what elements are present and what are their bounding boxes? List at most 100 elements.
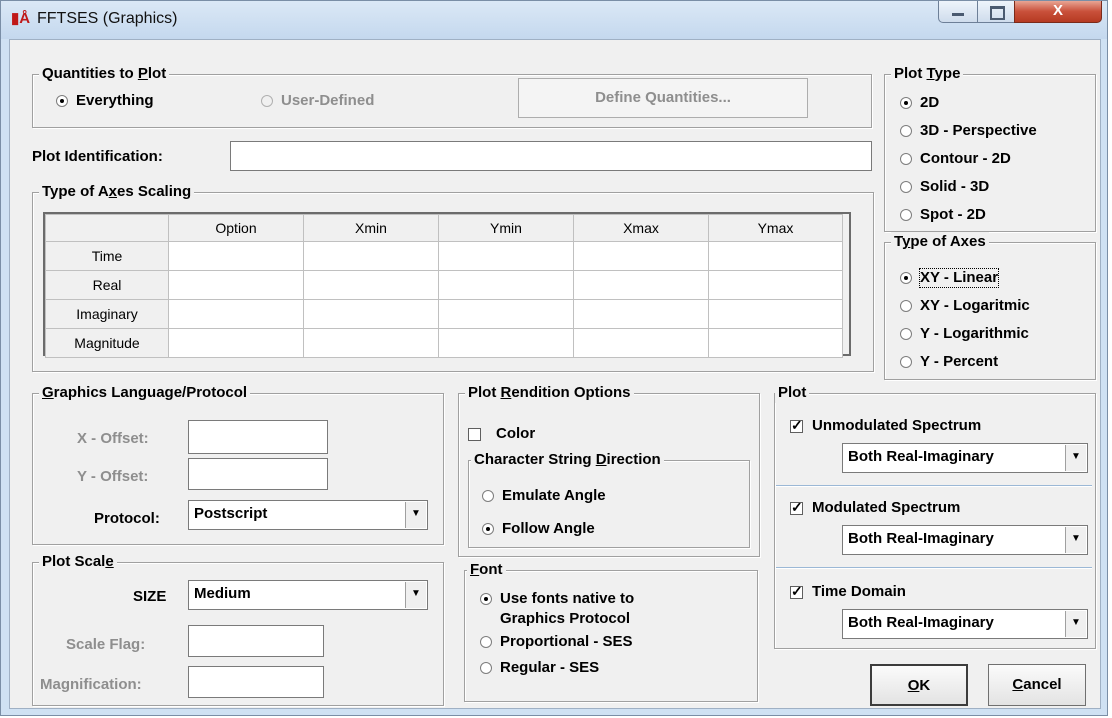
plot-type-contour-label[interactable]: Contour - 2D — [920, 150, 1011, 168]
grid-cell[interactable] — [573, 328, 709, 358]
color-checkbox[interactable] — [468, 428, 481, 441]
font-proportional-label[interactable]: Proportional - SES — [500, 633, 633, 651]
chevron-down-icon[interactable]: ▼ — [1065, 445, 1086, 471]
font-native-label-line2[interactable]: Graphics Protocol — [500, 610, 630, 628]
close-button[interactable]: X — [1014, 1, 1102, 23]
axes-scaling-grid[interactable]: Option Xmin Ymin Xmax Ymax Time Real Ima… — [45, 214, 843, 358]
plot-type-spot-radio[interactable] — [900, 209, 912, 221]
grid-cell[interactable] — [573, 241, 709, 271]
axes-y-percent-radio[interactable] — [900, 356, 912, 368]
ok-button[interactable]: OK — [870, 664, 968, 706]
chevron-down-icon[interactable]: ▼ — [1065, 611, 1086, 637]
plot-type-3d-label[interactable]: 3D - Perspective — [920, 122, 1037, 140]
type-of-axes-legend: Type of Axes — [891, 232, 989, 252]
grid-cell[interactable] — [303, 241, 439, 271]
grid-cell[interactable] — [168, 241, 304, 271]
grid-cell[interactable] — [438, 270, 574, 300]
magnification-input[interactable] — [188, 666, 324, 698]
grid-cell[interactable] — [708, 241, 843, 271]
chevron-down-icon[interactable]: ▼ — [1065, 527, 1086, 553]
plot-type-solid-radio[interactable] — [900, 181, 912, 193]
graphics-language-legend: Graphics Language/Protocol — [39, 383, 251, 403]
axes-xy-linear-radio[interactable] — [900, 272, 912, 284]
y-offset-input[interactable] — [188, 458, 328, 490]
scale-flag-input[interactable] — [188, 625, 324, 657]
grid-cell[interactable] — [303, 328, 439, 358]
column-header: Xmin — [303, 214, 439, 242]
user-defined-radio[interactable] — [261, 95, 273, 107]
time-domain-label[interactable]: Time Domain — [812, 583, 906, 601]
grid-cell[interactable] — [303, 270, 439, 300]
follow-angle-radio[interactable] — [482, 523, 494, 535]
modulated-mode-select[interactable]: Both Real-Imaginary ▼ — [842, 525, 1088, 555]
plot-type-3d-radio[interactable] — [900, 125, 912, 137]
grid-cell[interactable] — [168, 299, 304, 329]
grid-cell[interactable] — [708, 299, 843, 329]
everything-radio[interactable] — [56, 95, 68, 107]
plot-type-solid-label[interactable]: Solid - 3D — [920, 178, 989, 196]
grid-cell[interactable] — [708, 328, 843, 358]
direction-legend: Character String Direction — [471, 450, 664, 470]
time-domain-checkbox[interactable] — [790, 583, 803, 600]
x-offset-label: X - Offset: — [77, 430, 149, 447]
axes-xy-log-radio[interactable] — [900, 300, 912, 312]
grid-cell[interactable] — [573, 270, 709, 300]
axes-y-log-radio[interactable] — [900, 328, 912, 340]
time-domain-mode-select[interactable]: Both Real-Imaginary ▼ — [842, 609, 1088, 639]
font-regular-radio[interactable] — [480, 662, 492, 674]
grid-cell[interactable] — [303, 299, 439, 329]
grid-cell[interactable] — [168, 328, 304, 358]
unmodulated-checkbox[interactable] — [790, 417, 803, 434]
plot-type-2d-label[interactable]: 2D — [920, 94, 939, 112]
grid-cell[interactable] — [438, 328, 574, 358]
chevron-down-icon[interactable]: ▼ — [405, 502, 426, 528]
cancel-button[interactable]: Cancel — [988, 664, 1086, 706]
font-proportional-radio[interactable] — [480, 636, 492, 648]
font-regular-label[interactable]: Regular - SES — [500, 659, 599, 677]
table-row: Real — [45, 270, 843, 300]
maximize-button[interactable] — [977, 1, 1015, 23]
plot-type-spot-label[interactable]: Spot - 2D — [920, 206, 986, 224]
emulate-angle-label[interactable]: Emulate Angle — [502, 487, 606, 505]
size-select[interactable]: Medium ▼ — [188, 580, 428, 610]
scale-flag-label: Scale Flag: — [66, 636, 146, 653]
unmodulated-label[interactable]: Unmodulated Spectrum — [812, 417, 981, 435]
grid-cell[interactable] — [168, 270, 304, 300]
plot-type-contour-radio[interactable] — [900, 153, 912, 165]
unmodulated-mode-select[interactable]: Both Real-Imaginary ▼ — [842, 443, 1088, 473]
plot-type-2d-radio[interactable] — [900, 97, 912, 109]
axes-y-log-label[interactable]: Y - Logarithmic — [920, 325, 1029, 343]
modulated-checkbox[interactable] — [790, 499, 803, 516]
plot-separator — [776, 567, 1092, 569]
define-quantities-button[interactable]: Define Quantities... — [518, 78, 808, 118]
user-defined-label[interactable]: User-Defined — [281, 92, 374, 110]
color-label[interactable]: Color — [496, 425, 535, 443]
font-native-radio[interactable] — [480, 593, 492, 605]
grid-cell[interactable] — [438, 299, 574, 329]
grid-corner-cell — [45, 214, 169, 242]
grid-cell[interactable] — [438, 241, 574, 271]
protocol-select[interactable]: Postscript ▼ — [188, 500, 428, 530]
grid-cell[interactable] — [573, 299, 709, 329]
follow-angle-label[interactable]: Follow Angle — [502, 520, 595, 538]
protocol-label: Protocol: — [94, 510, 160, 527]
y-offset-label: Y - Offset: — [77, 468, 149, 485]
x-offset-input[interactable] — [188, 420, 328, 454]
plot-identification-input[interactable] — [230, 141, 872, 171]
everything-label[interactable]: Everything — [76, 92, 154, 110]
size-label: SIZE — [133, 588, 167, 605]
axes-xy-linear-label[interactable]: XY - Linear — [918, 268, 1000, 288]
magnification-label: Magnification: — [40, 676, 142, 693]
close-icon: X — [1052, 2, 1063, 19]
axes-xy-log-label[interactable]: XY - Logaritmic — [920, 297, 1030, 315]
emulate-angle-radio[interactable] — [482, 490, 494, 502]
axes-scaling-legend: Type of Axes Scaling — [39, 182, 195, 202]
chevron-down-icon[interactable]: ▼ — [405, 582, 426, 608]
font-native-label-line1[interactable]: Use fonts native to — [500, 590, 634, 608]
grid-cell[interactable] — [708, 270, 843, 300]
window-title: FFTSES (Graphics) — [37, 10, 178, 27]
minimize-button[interactable] — [938, 1, 978, 23]
axes-y-percent-label[interactable]: Y - Percent — [920, 353, 998, 371]
column-header: Xmax — [573, 214, 709, 242]
modulated-label[interactable]: Modulated Spectrum — [812, 499, 960, 517]
